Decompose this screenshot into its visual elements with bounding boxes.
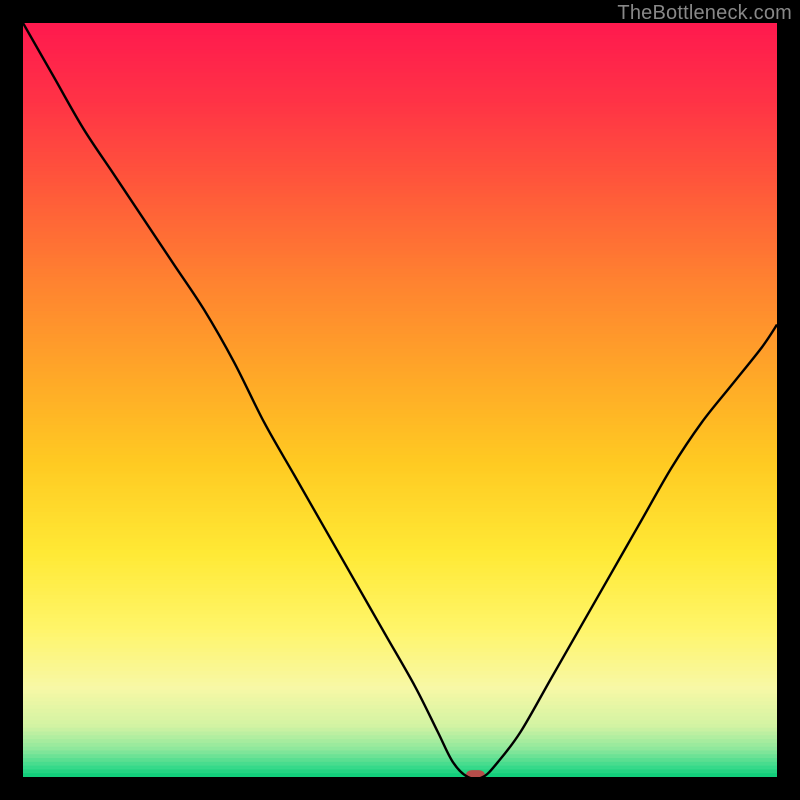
chart-svg [23,23,777,777]
minimum-marker [466,770,485,777]
chart-container: TheBottleneck.com [0,0,800,800]
gradient-background [23,23,777,777]
plot-area [23,23,777,777]
watermark-text: TheBottleneck.com [617,2,792,25]
